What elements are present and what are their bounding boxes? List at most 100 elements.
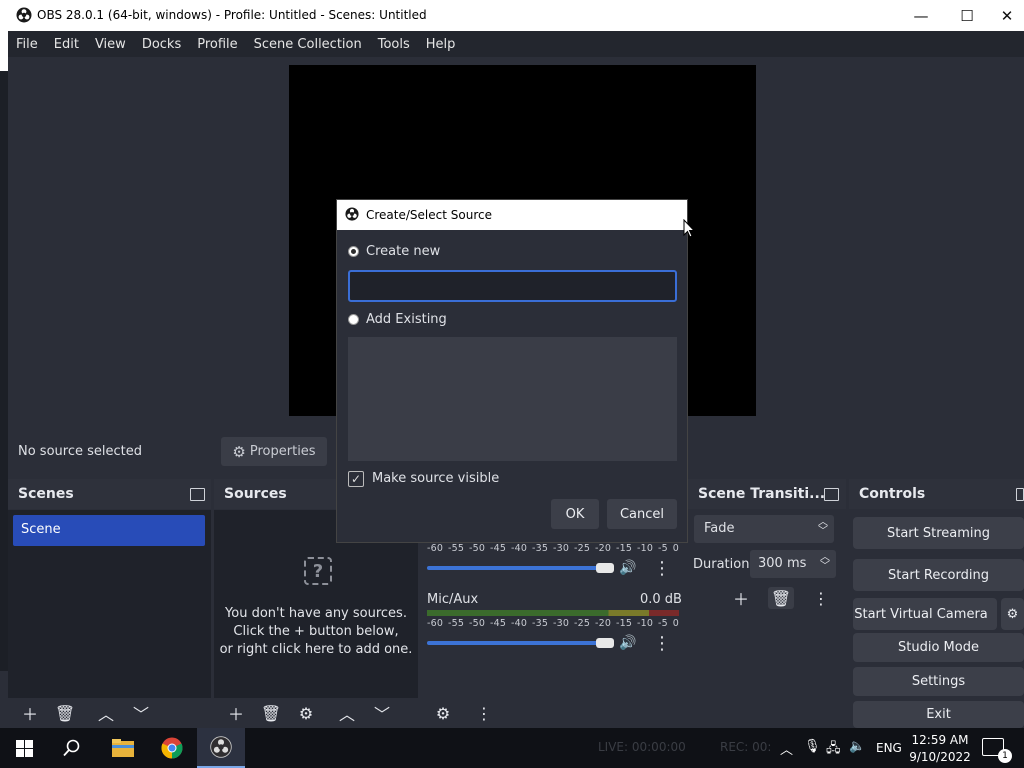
windows-start-button[interactable]: [0, 728, 48, 768]
studio-mode-button[interactable]: Studio Mode: [853, 633, 1024, 662]
tray-chevron-up-icon[interactable]: ︿: [780, 739, 793, 758]
file-explorer-button[interactable]: [99, 728, 147, 768]
obs-taskbar-button[interactable]: [197, 728, 245, 768]
search-button[interactable]: [48, 728, 96, 768]
exit-button[interactable]: Exit: [853, 701, 1024, 728]
source-name-input[interactable]: [348, 270, 677, 302]
volume-slider-1-handle[interactable]: [596, 563, 614, 573]
dialog-title: Create/Select Source: [366, 208, 492, 222]
start-recording-button[interactable]: Start Recording: [853, 559, 1024, 591]
undock-icon[interactable]: [1016, 488, 1024, 501]
gear-icon: ⚙: [298, 703, 314, 723]
microphone-icon[interactable]: 🎙: [804, 739, 821, 754]
trash-icon: 🗑: [770, 588, 792, 608]
move-scene-down-button[interactable]: ﹀: [128, 702, 154, 724]
add-existing-radio[interactable]: [348, 314, 359, 325]
volume-slider-1[interactable]: [427, 566, 607, 570]
settings-button[interactable]: Settings: [853, 667, 1024, 696]
sources-toolbar: ＋ 🗑 ⚙ ︿ ﹀: [214, 698, 418, 728]
empty-sources-line1: You don't have any sources.: [225, 606, 407, 621]
spin-icon: ︿ ﹀: [818, 517, 828, 537]
notifications-icon[interactable]: 1: [982, 738, 1012, 763]
transition-menu-button[interactable]: ⋮: [808, 587, 834, 609]
empty-sources-line3: or right click here to add one.: [219, 642, 413, 657]
gears-icon: ⚙: [435, 703, 451, 723]
make-visible-checkbox[interactable]: ✓: [348, 471, 364, 487]
minimize-button[interactable]: —: [898, 0, 944, 31]
add-scene-button[interactable]: ＋: [17, 702, 43, 724]
add-existing-label[interactable]: Add Existing: [366, 312, 447, 327]
make-visible-label[interactable]: Make source visible: [372, 471, 499, 486]
spin-icon: ︿ ﹀: [820, 552, 830, 572]
close-icon: ✕: [1000, 6, 1014, 25]
controls-title: Controls: [849, 479, 1024, 509]
chevron-down-icon: ﹀: [132, 705, 149, 724]
remove-transition-button[interactable]: 🗑: [768, 587, 794, 609]
menu-scene-collection[interactable]: Scene Collection: [246, 37, 370, 52]
move-source-down-button[interactable]: ﹀: [369, 702, 395, 724]
meter-scale-2: -60 -55 -50 -45 -40 -35 -30 -25 -20 -15 -10 -5 0: [427, 618, 679, 629]
kebab-icon: ⋮: [813, 588, 829, 608]
add-transition-button[interactable]: ＋: [728, 587, 754, 609]
move-source-up-button[interactable]: ︿: [334, 702, 360, 724]
network-icon[interactable]: 🖧: [826, 739, 841, 761]
speaker-icon[interactable]: 🔊: [619, 560, 636, 576]
menu-help[interactable]: Help: [418, 37, 464, 52]
volume-slider-2-handle[interactable]: [596, 638, 614, 648]
menu-profile[interactable]: Profile: [189, 37, 245, 52]
search-icon: [63, 739, 80, 757]
duration-label: Duration: [693, 557, 750, 572]
dialog-titlebar: Create/Select Source: [337, 200, 687, 230]
mic-aux-meter: [427, 610, 679, 616]
channel-menu-icon[interactable]: ⋮: [653, 633, 671, 654]
obs-logo-icon: [16, 7, 32, 23]
minimize-icon: —: [913, 6, 929, 25]
add-source-button[interactable]: ＋: [223, 702, 249, 724]
desktop-edge: [0, 31, 8, 71]
trash-icon: 🗑: [54, 703, 76, 723]
existing-sources-list[interactable]: [348, 337, 677, 461]
source-properties-button[interactable]: ⚙: [293, 702, 319, 724]
start-streaming-button[interactable]: Start Streaming: [853, 517, 1024, 549]
window-title: OBS 28.0.1 (64-bit, windows) - Profile: …: [37, 8, 427, 22]
start-virtual-camera-button[interactable]: Start Virtual Camera: [853, 598, 997, 630]
language-indicator[interactable]: ENG: [876, 741, 902, 755]
scene-item[interactable]: Scene: [13, 515, 205, 546]
chevron-up-icon: ︿: [97, 705, 114, 724]
volume-icon[interactable]: 🔈: [849, 739, 865, 754]
volume-slider-2[interactable]: [427, 641, 607, 645]
channel-menu-icon[interactable]: ⋮: [653, 558, 671, 579]
cancel-button[interactable]: Cancel: [607, 499, 677, 529]
ok-button[interactable]: OK: [551, 499, 599, 529]
properties-button[interactable]: ⚙ Properties: [221, 437, 327, 466]
menu-edit[interactable]: Edit: [46, 37, 87, 52]
chrome-button[interactable]: [148, 728, 196, 768]
speaker-icon[interactable]: 🔊: [619, 635, 636, 651]
menu-tools[interactable]: Tools: [370, 37, 418, 52]
create-new-radio[interactable]: [348, 246, 359, 257]
maximize-icon: ☐: [960, 6, 974, 25]
move-scene-up-button[interactable]: ︿: [93, 702, 119, 724]
question-icon: ?: [304, 557, 332, 585]
menu-docks[interactable]: Docks: [134, 37, 189, 52]
advanced-audio-button[interactable]: ⚙: [430, 702, 456, 724]
mic-aux-label: Mic/Aux: [427, 592, 479, 607]
checkmark-icon: ✓: [350, 472, 362, 486]
mixer-menu-button[interactable]: ⋮: [471, 702, 497, 724]
transition-select[interactable]: Fade ︿ ﹀: [694, 515, 834, 543]
menu-view[interactable]: View: [87, 37, 134, 52]
duration-spinbox[interactable]: 300 ms ︿ ﹀: [750, 550, 836, 578]
transitions-title: Scene Transiti...: [688, 479, 846, 509]
undock-icon[interactable]: [190, 488, 205, 501]
virtual-camera-settings-button[interactable]: ⚙: [1001, 598, 1024, 630]
obs-logo-icon: [210, 736, 232, 758]
maximize-button[interactable]: ☐: [944, 0, 990, 31]
undock-icon[interactable]: [824, 488, 839, 501]
clock[interactable]: 12:59 AM 9/10/2022: [908, 732, 972, 766]
remove-source-button[interactable]: 🗑: [258, 702, 284, 724]
close-button[interactable]: ✕: [990, 0, 1024, 31]
remove-scene-button[interactable]: 🗑: [52, 702, 78, 724]
create-new-label[interactable]: Create new: [366, 244, 440, 259]
menu-file[interactable]: File: [8, 37, 46, 52]
plus-icon: ＋: [227, 705, 244, 724]
